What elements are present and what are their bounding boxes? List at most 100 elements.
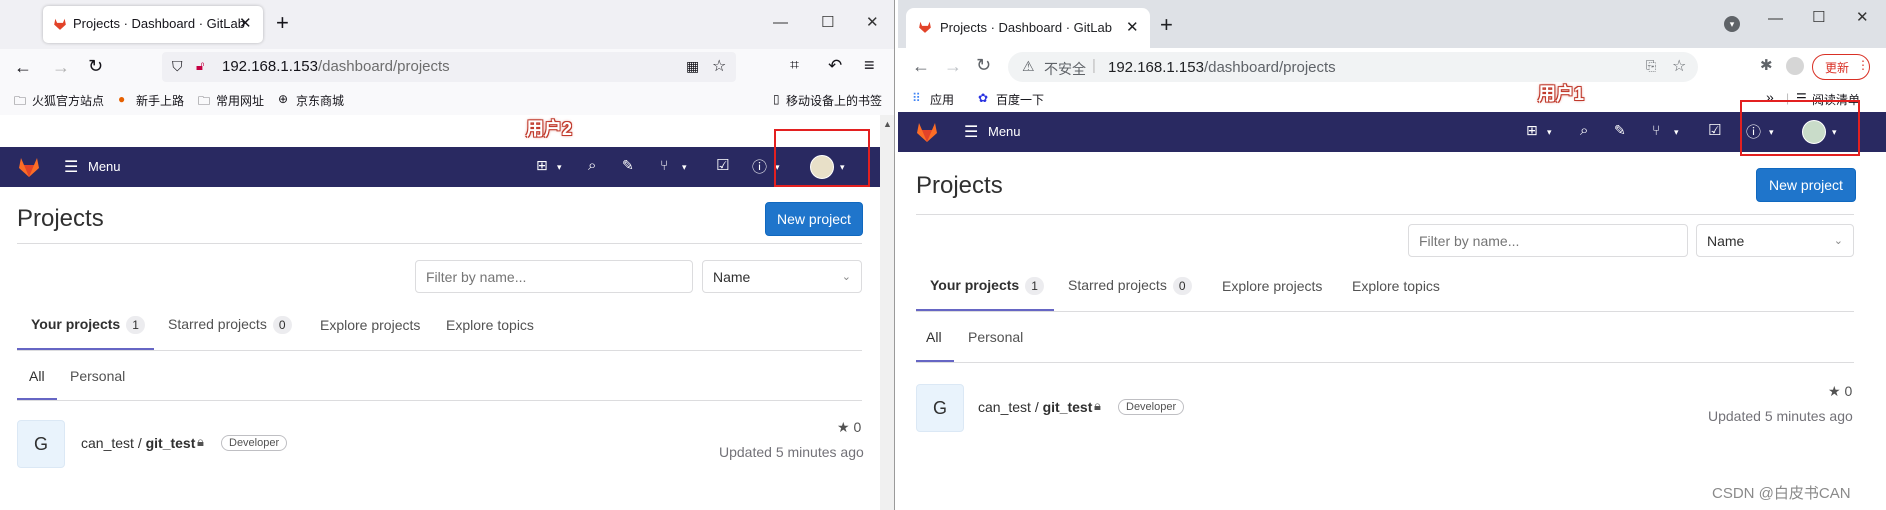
back-icon[interactable]: ← <box>14 57 32 78</box>
tab-explore-projects[interactable]: Explore projects <box>1222 278 1322 294</box>
issues-icon[interactable]: ✎ <box>622 157 634 174</box>
gitlab-logo-icon[interactable] <box>16 155 42 179</box>
bookmark-star-icon[interactable]: ☆ <box>712 56 726 76</box>
chevron-down-icon: ⌄ <box>841 271 851 283</box>
chevron-down-icon[interactable]: ▾ <box>557 162 562 173</box>
help-icon[interactable]: ⓘ <box>752 156 767 177</box>
divider <box>17 243 862 244</box>
minimize-icon[interactable]: — <box>773 14 788 31</box>
hamburger-menu-icon[interactable]: ≡ <box>864 55 875 76</box>
extensions-icon[interactable]: ✱ <box>1760 56 1773 74</box>
back-icon[interactable]: ← <box>912 56 930 77</box>
sort-select[interactable]: Name ⌄ <box>1696 224 1854 257</box>
maximize-icon[interactable]: ☐ <box>1812 8 1825 26</box>
maximize-icon[interactable]: ☐ <box>821 13 834 31</box>
new-project-button[interactable]: New project <box>765 202 863 236</box>
merge-request-icon[interactable]: ⑂ <box>660 157 668 173</box>
reload-icon[interactable]: ↻ <box>88 56 103 77</box>
address-bar[interactable]: ⛉ 🔓︎ 192.168.1.153/dashboard/projects ▦ … <box>162 52 736 82</box>
bookmark-item[interactable]: 新手上路 <box>136 92 184 109</box>
chevron-down-icon[interactable]: ▾ <box>1547 127 1552 138</box>
new-tab-icon[interactable]: + <box>276 10 289 36</box>
new-project-button[interactable]: New project <box>1756 168 1856 202</box>
gitlab-logo-icon[interactable] <box>914 120 940 144</box>
address-bar[interactable]: ⚠ 不安全 | 192.168.1.153/dashboard/projects… <box>1008 52 1698 82</box>
new-tab-icon[interactable]: + <box>1160 12 1173 38</box>
todo-icon[interactable]: ☑ <box>1708 121 1721 139</box>
gitlab-favicon-icon <box>918 20 932 34</box>
project-link[interactable]: can_test / git_test <box>81 435 195 451</box>
update-button[interactable]: 更新 ⋮ <box>1812 54 1870 80</box>
tab-your-projects[interactable]: Your projects 1 <box>930 277 1044 295</box>
menu-hamburger-icon[interactable]: ☰ <box>964 122 978 142</box>
forward-icon[interactable]: → <box>52 57 70 78</box>
close-window-icon[interactable]: ✕ <box>1856 8 1869 26</box>
warning-icon[interactable]: ⚠ <box>1022 58 1035 75</box>
new-item-icon[interactable]: ⊞ <box>536 157 548 174</box>
minimize-icon[interactable]: — <box>1768 10 1783 27</box>
filter-input[interactable] <box>415 260 693 293</box>
tab-explore-topics[interactable]: Explore topics <box>446 317 534 333</box>
page-scrollbar[interactable]: ▲ <box>880 115 894 510</box>
new-item-icon[interactable]: ⊞ <box>1526 122 1538 139</box>
profile-icon[interactable] <box>1786 57 1804 75</box>
tab-explore-projects[interactable]: Explore projects <box>320 317 420 333</box>
gitlab-header: ☰ Menu ⊞ ▾ ⌕ ✎ ⑂ ▾ ☑ ⓘ ▾ ▾ <box>898 112 1886 152</box>
subtab-all[interactable]: All <box>29 368 45 384</box>
divider <box>916 362 1854 363</box>
table-row: G can_test / git_test 🔒︎ Developer ★ 0 U… <box>916 380 1854 440</box>
close-tab-icon[interactable]: ✕ <box>1126 18 1139 36</box>
search-icon[interactable]: ⌕ <box>1580 122 1588 139</box>
merge-request-icon[interactable]: ⑂ <box>1652 122 1660 138</box>
star-count[interactable]: ★ 0 <box>1828 383 1852 400</box>
menu-button[interactable]: Menu <box>88 159 121 174</box>
search-icon[interactable]: ⌕ <box>588 157 596 174</box>
bookmark-item[interactable]: 火狐官方站点 <box>32 92 104 109</box>
bookmark-item[interactable]: 百度一下 <box>996 91 1044 108</box>
reload-icon[interactable]: ↻ <box>976 55 991 76</box>
screenshot-icon[interactable]: ⌗ <box>790 57 799 75</box>
filter-input[interactable] <box>1408 224 1688 257</box>
url-text[interactable]: 192.168.1.153/dashboard/projects <box>1108 59 1336 76</box>
chevron-down-icon[interactable]: ▾ <box>1674 127 1679 138</box>
undo-icon[interactable]: ↶ <box>828 56 842 76</box>
project-avatar[interactable]: G <box>916 384 964 432</box>
star-count[interactable]: ★ 0 <box>837 419 861 436</box>
translate-icon[interactable]: ⎘ <box>1646 58 1656 74</box>
subtab-personal[interactable]: Personal <box>70 368 125 384</box>
menu-button[interactable]: Menu <box>988 124 1021 139</box>
insecure-lock-icon[interactable]: 🔓︎ <box>196 58 204 74</box>
todo-icon[interactable]: ☑ <box>716 156 729 174</box>
close-tab-icon[interactable]: ✕ <box>239 14 252 32</box>
tab-explore-topics[interactable]: Explore topics <box>1352 278 1440 294</box>
sort-select[interactable]: Name ⌄ <box>702 260 862 293</box>
issues-icon[interactable]: ✎ <box>1614 122 1626 139</box>
subtab-all[interactable]: All <box>926 329 942 345</box>
bookmark-star-icon[interactable]: ☆ <box>1672 56 1686 76</box>
browser-tab-projects[interactable]: Projects · Dashboard · GitLab ✕ <box>906 8 1150 48</box>
shield-icon[interactable]: ⛉ <box>172 58 183 75</box>
annotation-user2: 用户2 <box>526 119 573 139</box>
forward-icon[interactable]: → <box>944 56 962 77</box>
chevron-down-icon[interactable]: ▾ <box>682 162 687 173</box>
qr-code-icon[interactable]: ▦ <box>686 58 699 75</box>
bookmark-item[interactable]: 京东商城 <box>296 92 344 109</box>
tab-starred-projects[interactable]: Starred projects 0 <box>168 316 292 334</box>
bookmark-item[interactable]: 应用 <box>930 91 954 108</box>
project-link[interactable]: can_test / git_test <box>978 399 1092 415</box>
mobile-bookmarks[interactable]: 移动设备上的书签 <box>786 92 882 109</box>
scroll-up-icon[interactable]: ▲ <box>883 119 892 129</box>
tab-label: Your projects <box>31 316 121 332</box>
url-text[interactable]: 192.168.1.153/dashboard/projects <box>222 58 450 75</box>
browser-tab-projects[interactable]: Projects · Dashboard · GitLab ✕ <box>43 6 263 43</box>
menu-hamburger-icon[interactable]: ☰ <box>64 157 78 177</box>
tab-search-icon[interactable]: ▾ <box>1724 16 1740 32</box>
project-avatar[interactable]: G <box>17 420 65 468</box>
insecure-label[interactable]: 不安全 <box>1044 59 1086 79</box>
baidu-paw-icon: ✿ <box>978 91 989 105</box>
tab-your-projects[interactable]: Your projects 1 <box>31 316 145 334</box>
bookmark-item[interactable]: 常用网址 <box>216 92 264 109</box>
close-window-icon[interactable]: ✕ <box>866 13 879 31</box>
subtab-personal[interactable]: Personal <box>968 329 1023 345</box>
tab-starred-projects[interactable]: Starred projects 0 <box>1068 277 1192 295</box>
